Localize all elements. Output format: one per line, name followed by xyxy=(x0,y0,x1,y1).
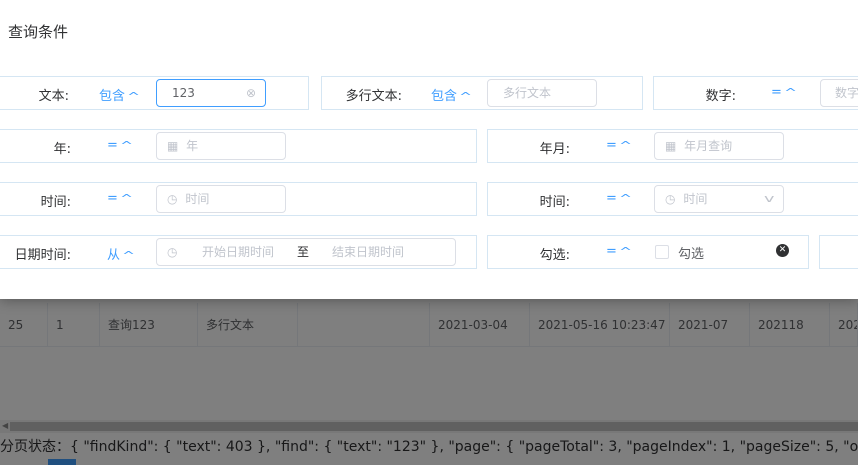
input-placeholder: 时间 xyxy=(185,192,210,206)
operator-label: 包含 xyxy=(431,89,458,104)
time-select-input[interactable]: ◷ 时间 v xyxy=(654,185,784,213)
close-circle-icon[interactable]: ✕ xyxy=(776,244,789,257)
calendar-icon: ▦ xyxy=(665,139,677,153)
query-dialog: 查询条件 文本: 包含 ^ 123 ⊗ 多行文本: 包含 ^ 多行文本 数字: = ^… xyxy=(0,0,858,299)
input-placeholder: 时间 xyxy=(683,192,708,206)
clock-icon: ◷ xyxy=(665,192,676,206)
filter-check: 勾选: = ^ 勾选 ✕ xyxy=(487,235,809,269)
filter-label: 时间: xyxy=(539,195,570,210)
year-picker-input[interactable]: ▦ 年 xyxy=(156,132,286,160)
dialog-title: 查询条件 xyxy=(8,23,69,41)
clock-icon: ◷ xyxy=(167,245,178,259)
text-filter-input[interactable]: 123 ⊗ xyxy=(156,79,266,107)
input-value: 123 xyxy=(172,86,195,100)
chevron-up-icon: ^ xyxy=(619,245,632,258)
operator-label: = xyxy=(771,85,782,100)
filter-label: 年: xyxy=(53,142,71,157)
input-placeholder: 数字 xyxy=(835,86,858,100)
chevron-up-icon: ^ xyxy=(120,139,133,152)
operator-select[interactable]: = ^ xyxy=(771,85,797,100)
chevron-up-icon: ^ xyxy=(459,90,473,103)
datetime-range-picker[interactable]: ◷ 开始日期时间 至 结束日期时间 xyxy=(156,238,456,266)
operator-select[interactable]: = ^ xyxy=(606,191,632,206)
calendar-icon: ▦ xyxy=(167,139,179,153)
chevron-up-icon: ^ xyxy=(127,90,141,103)
filter-datetime: 日期时间: 从 ^ ◷ 开始日期时间 至 结束日期时间 xyxy=(0,235,477,269)
filter-textarea: 多行文本: 包含 ^ 多行文本 xyxy=(321,76,643,110)
start-datetime-input[interactable]: 开始日期时间 xyxy=(202,239,274,265)
chevron-up-icon: ^ xyxy=(619,192,632,205)
chevron-up-icon: ^ xyxy=(784,86,797,99)
filter-yearmonth: 年月: = ^ ▦ 年月查询 xyxy=(487,129,858,163)
operator-label: = xyxy=(606,191,617,206)
operator-select[interactable]: = ^ xyxy=(107,138,133,153)
filter-text: 文本: 包含 ^ 123 ⊗ xyxy=(0,76,309,110)
operator-label: 从 xyxy=(107,248,121,263)
chevron-up-icon: ^ xyxy=(122,249,136,262)
filter-label: 数字: xyxy=(705,89,736,104)
filter-label: 时间: xyxy=(40,195,71,210)
operator-label: 包含 xyxy=(99,89,126,104)
operator-select[interactable]: = ^ xyxy=(107,191,133,206)
filter-label: 年月: xyxy=(539,142,570,157)
filter-label: 文本: xyxy=(38,89,69,104)
operator-select[interactable]: = ^ xyxy=(606,138,632,153)
input-placeholder: 年月查询 xyxy=(684,139,733,153)
filter-number: 数字: = ^ 数字 xyxy=(653,76,858,110)
end-datetime-input[interactable]: 结束日期时间 xyxy=(332,239,404,265)
filter-partial xyxy=(819,235,858,269)
input-placeholder: 多行文本 xyxy=(503,86,552,100)
filter-label: 多行文本: xyxy=(345,89,402,104)
chevron-down-icon[interactable]: v xyxy=(765,186,775,212)
check-filter-checkbox[interactable] xyxy=(655,245,669,259)
textarea-filter-input[interactable]: 多行文本 xyxy=(487,79,597,107)
filter-time-select: 时间: = ^ ◷ 时间 v xyxy=(487,182,858,216)
filter-label: 日期时间: xyxy=(14,248,71,263)
filter-year: 年: = ^ ▦ 年 xyxy=(0,129,477,163)
yearmonth-picker-input[interactable]: ▦ 年月查询 xyxy=(654,132,784,160)
operator-select[interactable]: 从 ^ xyxy=(107,244,136,263)
chevron-up-icon: ^ xyxy=(120,192,133,205)
input-placeholder: 年 xyxy=(186,139,199,153)
time-picker-input[interactable]: ◷ 时间 xyxy=(156,185,286,213)
checkbox-label: 勾选 xyxy=(678,247,705,262)
operator-label: = xyxy=(606,138,617,153)
filter-time: 时间: = ^ ◷ 时间 xyxy=(0,182,477,216)
operator-label: = xyxy=(107,138,118,153)
number-filter-input[interactable]: 数字 xyxy=(820,79,858,107)
operator-select[interactable]: = ^ xyxy=(606,244,632,259)
chevron-up-icon: ^ xyxy=(619,139,632,152)
clock-icon: ◷ xyxy=(167,192,178,206)
operator-select[interactable]: 包含 ^ xyxy=(99,85,141,104)
operator-label: = xyxy=(107,191,118,206)
operator-label: = xyxy=(606,244,617,259)
circle-close-icon[interactable]: ⊗ xyxy=(246,80,256,106)
filter-label: 勾选: xyxy=(539,248,570,263)
range-separator: 至 xyxy=(297,245,310,259)
operator-select[interactable]: 包含 ^ xyxy=(431,85,473,104)
